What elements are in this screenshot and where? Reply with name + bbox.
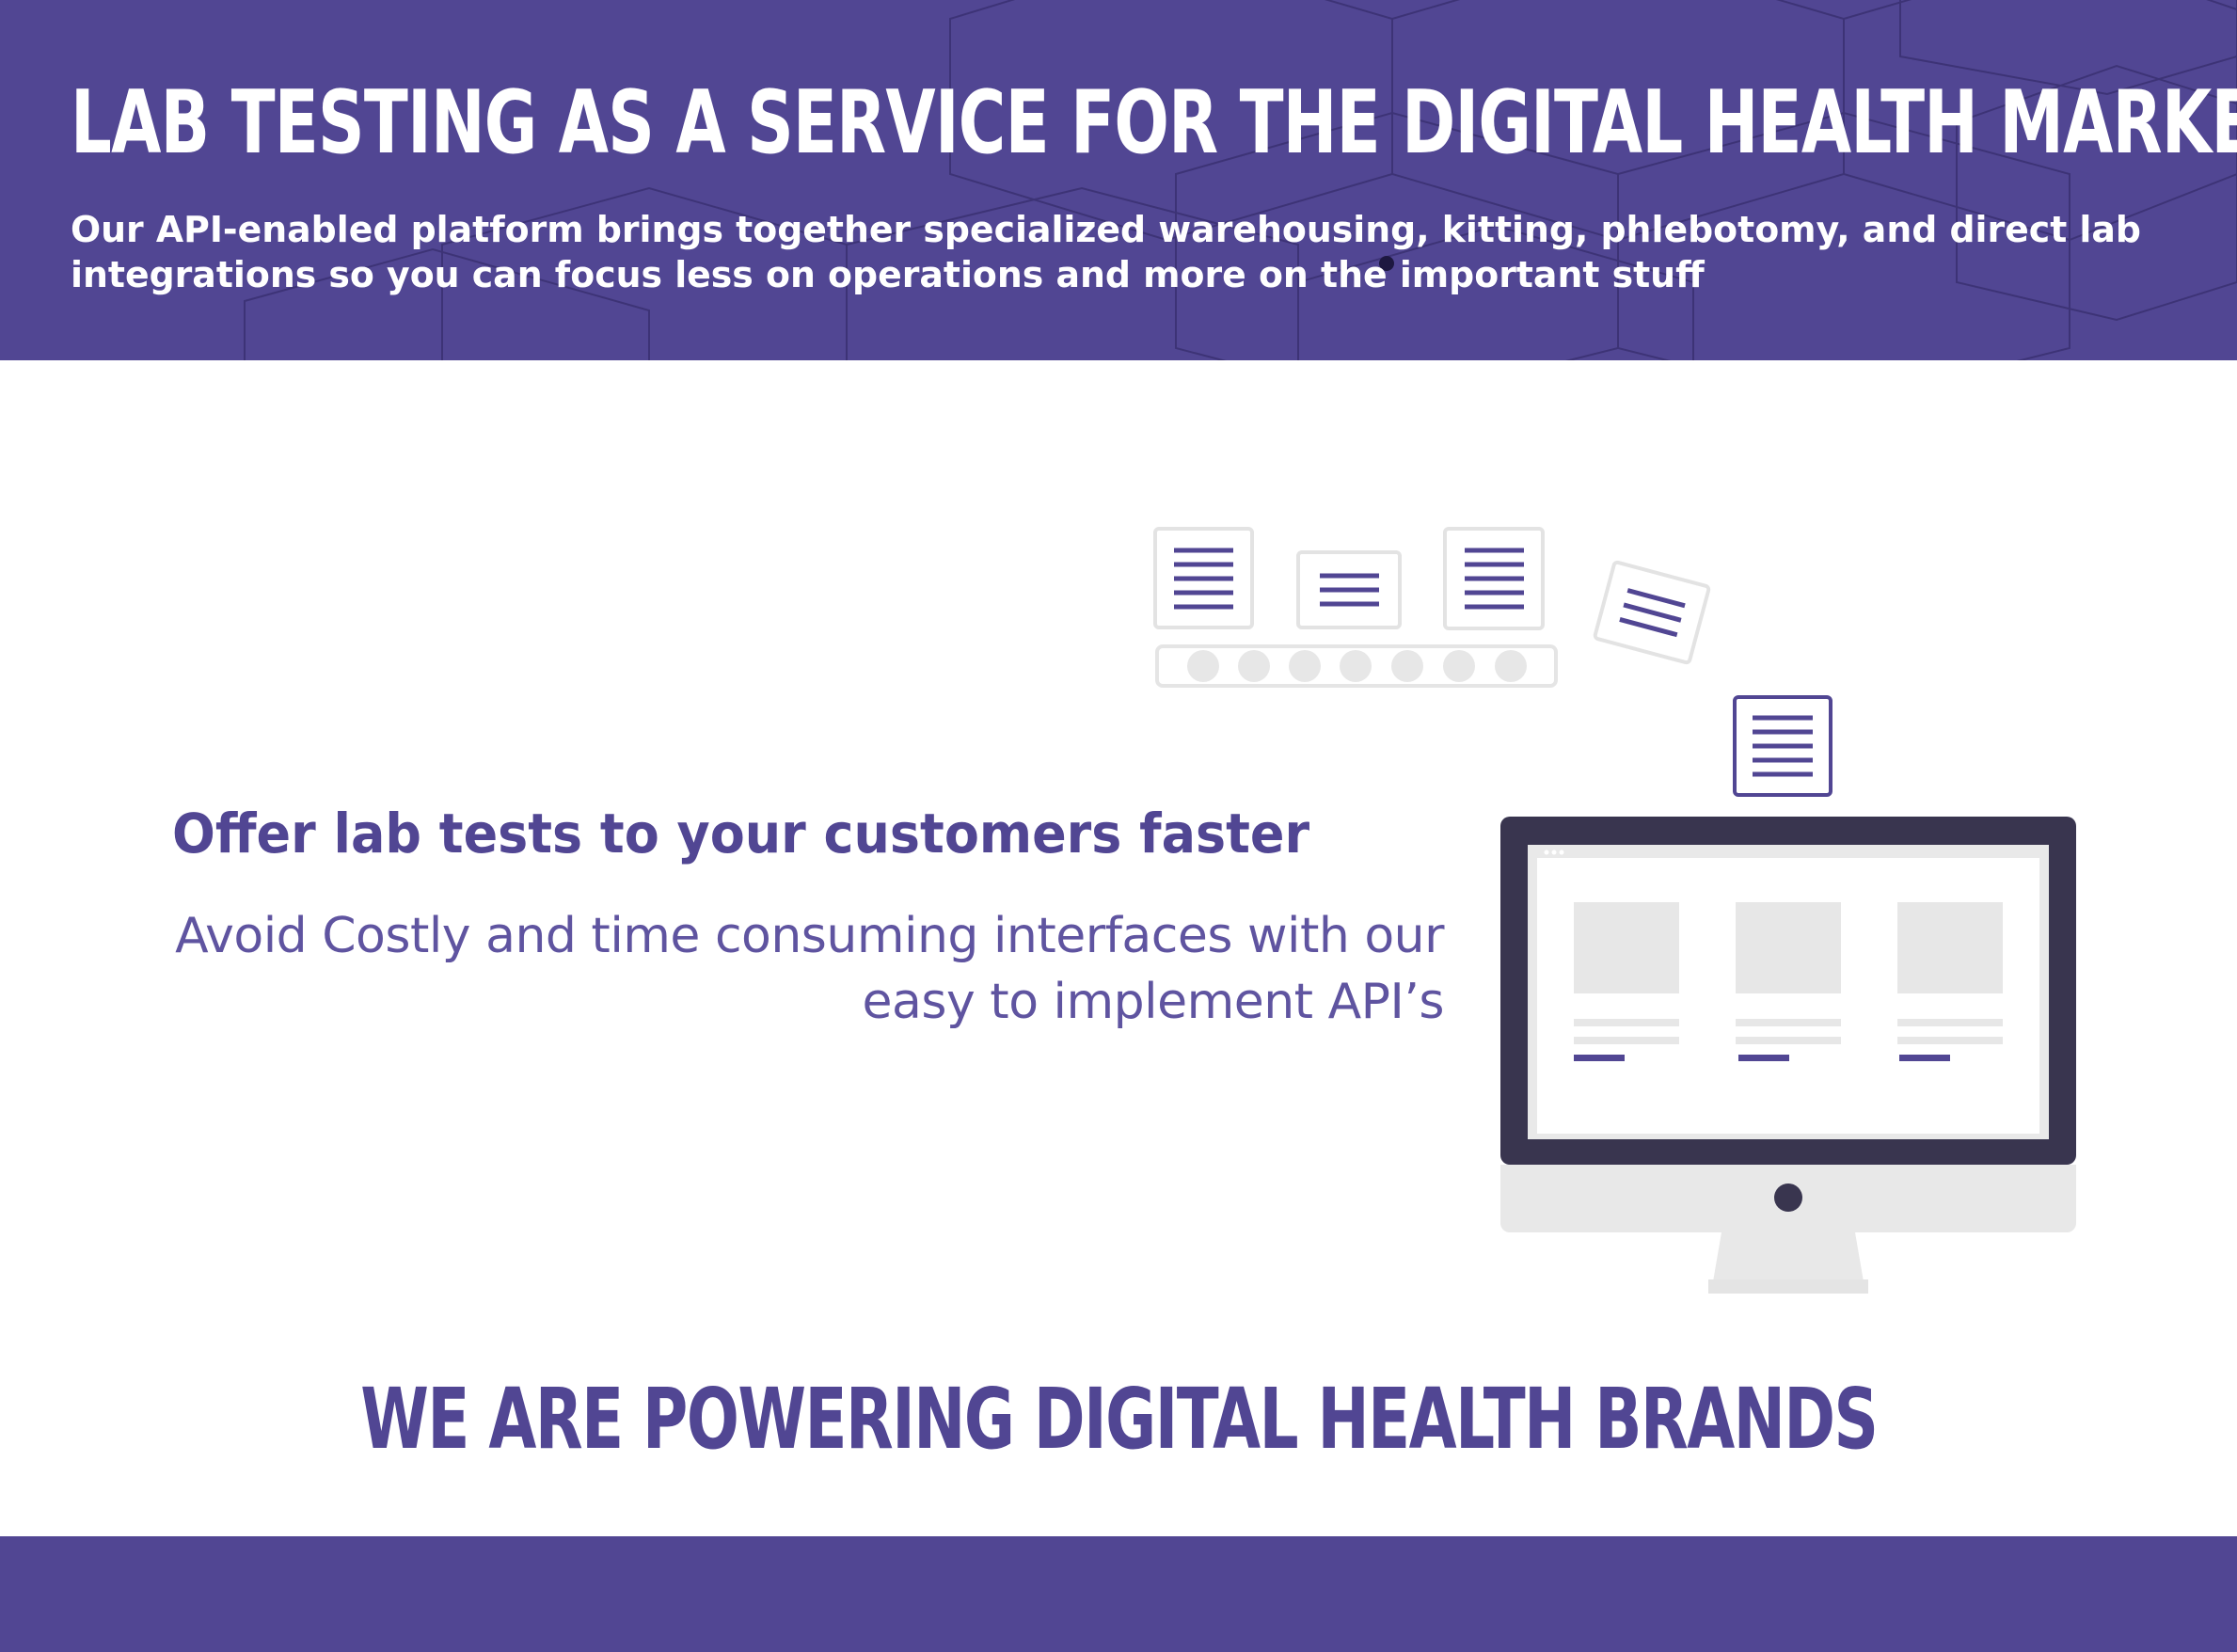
hero-banner: LAB TESTING AS A SERVICE FOR THE DIGITAL… bbox=[0, 0, 2237, 360]
brands-section-heading: WE ARE POWERING DIGITAL HEALTH BRANDS bbox=[0, 1362, 2237, 1475]
document-icon bbox=[1593, 560, 1711, 665]
hero-subtitle: Our API-enabled platform brings together… bbox=[71, 209, 2141, 295]
conveyor-icon bbox=[1155, 644, 1558, 688]
brands-heading-text: WE ARE POWERING DIGITAL HEALTH BRANDS bbox=[359, 1370, 1879, 1468]
document-icon bbox=[1443, 527, 1545, 630]
document-icon bbox=[1733, 695, 1832, 797]
monitor-icon bbox=[1500, 817, 2076, 1294]
feature-description: Avoid Costly and time consuming interfac… bbox=[175, 908, 1444, 1030]
document-icon bbox=[1153, 527, 1254, 629]
hero-title: LAB TESTING AS A SERVICE FOR THE DIGITAL… bbox=[71, 71, 2237, 173]
brand-logos-strip bbox=[0, 1536, 2237, 1652]
hexagon-pattern-background bbox=[244, 0, 2237, 360]
feature-heading: Offer lab tests to your customers faster bbox=[172, 802, 1310, 866]
document-icon bbox=[1296, 550, 1402, 629]
